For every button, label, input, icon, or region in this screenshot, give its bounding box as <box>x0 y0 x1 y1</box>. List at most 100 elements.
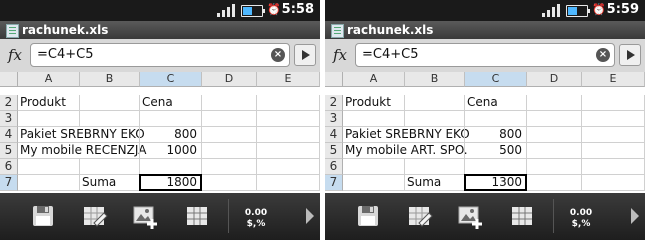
cell-e2[interactable] <box>582 95 645 111</box>
cell-b3[interactable] <box>405 111 465 127</box>
column-header-a[interactable]: A <box>343 72 405 87</box>
edit-sheet-icon[interactable] <box>80 201 110 231</box>
row-header-3[interactable]: 3 <box>325 111 343 127</box>
cell-c5[interactable]: 1000 <box>140 143 202 159</box>
cell-a4[interactable]: Pakiet SREBRNY EKO <box>343 127 470 143</box>
cell-a6[interactable] <box>18 159 80 175</box>
cell-e6[interactable] <box>257 159 320 175</box>
cell-a2[interactable]: Produkt <box>343 95 405 111</box>
save-icon[interactable] <box>353 201 383 231</box>
cell-a3[interactable] <box>18 111 80 127</box>
column-header-c[interactable]: C <box>140 72 202 87</box>
cell-b3[interactable] <box>80 111 140 127</box>
number-format-button[interactable]: 0.00 $,% <box>561 208 601 230</box>
cell-c4[interactable]: 800 <box>465 127 527 143</box>
insert-image-icon[interactable] <box>130 201 160 231</box>
cell-d2[interactable] <box>202 95 257 111</box>
more-arrow-icon[interactable] <box>306 208 314 224</box>
cell-e4[interactable] <box>257 127 320 143</box>
cell-b7[interactable]: Suma <box>405 175 465 191</box>
cell-e3[interactable] <box>257 111 320 127</box>
cell-a7[interactable] <box>343 175 405 191</box>
cell-a2[interactable]: Produkt <box>18 95 80 111</box>
row-header-4[interactable]: 4 <box>0 127 18 143</box>
cell-e5[interactable] <box>257 143 320 159</box>
fx-icon[interactable]: fx <box>4 43 26 67</box>
row-header-7[interactable]: 7 <box>0 175 18 191</box>
row-header-2[interactable]: 2 <box>325 95 343 111</box>
cell-c5[interactable]: 500 <box>465 143 527 159</box>
clear-icon[interactable]: × <box>596 48 610 62</box>
column-header-c[interactable]: C <box>465 72 527 87</box>
column-header-d[interactable]: D <box>202 72 257 87</box>
cell-c7-selected[interactable]: 1300 <box>464 174 527 191</box>
cell-c2[interactable]: Cena <box>465 95 527 111</box>
row-header-5[interactable]: 5 <box>325 143 343 159</box>
cell-a4[interactable]: Pakiet SREBRNY EKO <box>18 127 145 143</box>
cell-e7[interactable] <box>257 175 320 191</box>
cell-e7[interactable] <box>582 175 645 191</box>
row-header-7[interactable]: 7 <box>325 175 343 191</box>
cell-c6[interactable] <box>140 159 202 175</box>
cell-d6[interactable] <box>527 159 582 175</box>
cell-e4[interactable] <box>582 127 645 143</box>
cell-b6[interactable] <box>80 159 140 175</box>
cell-e5[interactable] <box>582 143 645 159</box>
fx-icon[interactable]: fx <box>329 43 351 67</box>
cell-c7-selected[interactable]: 1800 <box>139 174 202 191</box>
cell-a6[interactable] <box>343 159 405 175</box>
formula-input[interactable]: =C4+C5 × <box>30 43 290 67</box>
cell-e3[interactable] <box>582 111 645 127</box>
cell-b7[interactable]: Suma <box>80 175 140 191</box>
row-header-3[interactable]: 3 <box>0 111 18 127</box>
cell-c2[interactable]: Cena <box>140 95 202 111</box>
grid-icon[interactable] <box>507 201 537 231</box>
cell-c3[interactable] <box>140 111 202 127</box>
cell-d4[interactable] <box>527 127 582 143</box>
cell-b2[interactable] <box>80 95 140 111</box>
cell-c3[interactable] <box>465 111 527 127</box>
clear-icon[interactable]: × <box>271 48 285 62</box>
column-header-e[interactable]: E <box>582 72 645 87</box>
row-header-5[interactable]: 5 <box>0 143 18 159</box>
edit-sheet-icon[interactable] <box>405 201 435 231</box>
cell-d5[interactable] <box>202 143 257 159</box>
cell-c6[interactable] <box>465 159 527 175</box>
cell-d7[interactable] <box>202 175 257 191</box>
column-header-a[interactable]: A <box>18 72 80 87</box>
formula-input[interactable]: =C4+C5 × <box>355 43 615 67</box>
select-all-corner[interactable] <box>325 72 343 87</box>
cell-e2[interactable] <box>257 95 320 111</box>
column-header-b[interactable]: B <box>80 72 140 87</box>
enter-arrow-icon[interactable] <box>619 44 641 66</box>
grid-icon[interactable] <box>182 201 212 231</box>
cell-e6[interactable] <box>582 159 645 175</box>
cell-a5[interactable]: My mobile RECENZJA <box>18 143 146 159</box>
cell-d2[interactable] <box>527 95 582 111</box>
cell-d3[interactable] <box>202 111 257 127</box>
cell-d5[interactable] <box>527 143 582 159</box>
insert-image-icon[interactable] <box>455 201 485 231</box>
more-arrow-icon[interactable] <box>631 208 639 224</box>
select-all-corner[interactable] <box>0 72 18 87</box>
row-header-2[interactable]: 2 <box>0 95 18 111</box>
cell-b2[interactable] <box>405 95 465 111</box>
cell-d4[interactable] <box>202 127 257 143</box>
cell-c4[interactable]: 800 <box>140 127 202 143</box>
cell-b5[interactable] <box>405 143 465 159</box>
column-header-e[interactable]: E <box>257 72 320 87</box>
column-header-d[interactable]: D <box>527 72 582 87</box>
cell-a7[interactable] <box>18 175 80 191</box>
cell-b4[interactable] <box>405 127 465 143</box>
row-header-6[interactable]: 6 <box>0 159 18 175</box>
cell-b4[interactable] <box>80 127 140 143</box>
cell-a3[interactable] <box>343 111 405 127</box>
row-header-6[interactable]: 6 <box>325 159 343 175</box>
number-format-button[interactable]: 0.00 $,% <box>236 208 276 230</box>
row-header-4[interactable]: 4 <box>325 127 343 143</box>
cell-b6[interactable] <box>405 159 465 175</box>
cell-a5[interactable]: My mobile ART. SPO. <box>343 143 468 159</box>
cell-b5[interactable] <box>80 143 140 159</box>
column-header-b[interactable]: B <box>405 72 465 87</box>
enter-arrow-icon[interactable] <box>294 44 316 66</box>
